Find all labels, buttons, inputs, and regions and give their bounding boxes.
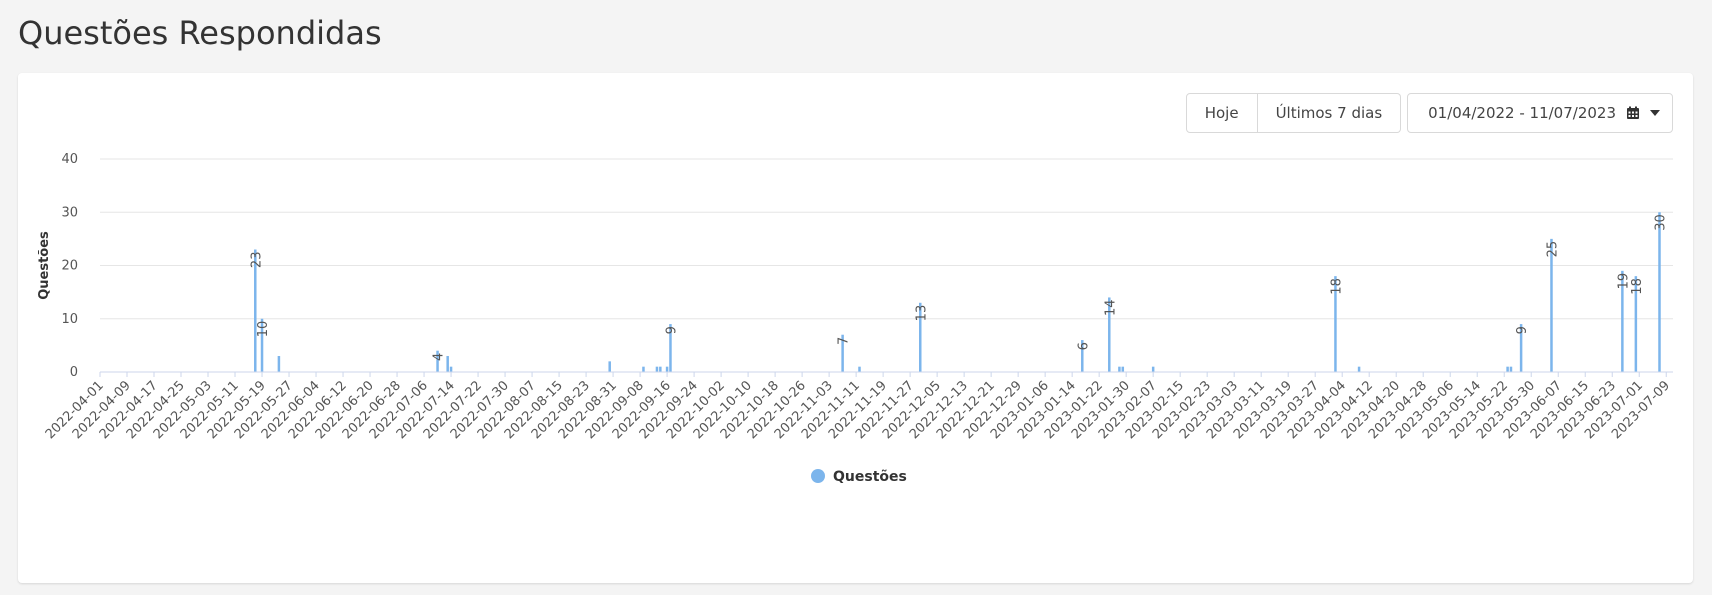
data-label: 6 bbox=[1076, 342, 1091, 350]
bar bbox=[655, 366, 659, 372]
data-label: 25 bbox=[1545, 241, 1560, 258]
bar bbox=[1357, 366, 1361, 372]
bar bbox=[277, 356, 281, 372]
data-label: 18 bbox=[1630, 278, 1645, 295]
y-tick-label: 10 bbox=[61, 312, 78, 327]
bar bbox=[1550, 238, 1553, 372]
y-tick-label: 0 bbox=[70, 365, 78, 380]
y-tick-label: 20 bbox=[61, 259, 78, 274]
bar bbox=[1658, 212, 1661, 372]
legend-marker bbox=[811, 469, 825, 483]
data-label: 23 bbox=[249, 252, 264, 269]
bar bbox=[1121, 366, 1125, 372]
data-label: 18 bbox=[1329, 278, 1344, 295]
data-label: 7 bbox=[837, 337, 852, 345]
data-label: 9 bbox=[664, 326, 679, 334]
bar bbox=[1151, 366, 1155, 372]
page-title: Questões Respondidas bbox=[18, 14, 382, 52]
bar bbox=[1506, 366, 1509, 372]
bar bbox=[608, 361, 611, 372]
data-label: 13 bbox=[914, 305, 929, 322]
chart: 010203040Questões2022-04-012022-04-09202… bbox=[37, 152, 1673, 485]
y-tick-label: 30 bbox=[61, 205, 78, 220]
data-label: 10 bbox=[256, 321, 271, 338]
bar bbox=[446, 356, 449, 372]
bar bbox=[449, 366, 453, 372]
bar bbox=[642, 366, 645, 372]
bar bbox=[1509, 366, 1513, 372]
chart-card: Hoje Últimos 7 dias 01/04/2022 - 11/07/2… bbox=[18, 73, 1693, 583]
data-label: 4 bbox=[432, 353, 447, 361]
data-label: 14 bbox=[1103, 299, 1118, 316]
y-tick-label: 40 bbox=[61, 152, 78, 167]
data-label: 9 bbox=[1515, 326, 1530, 334]
bar bbox=[858, 366, 861, 372]
legend-label: Questões bbox=[833, 469, 907, 485]
y-axis-title: Questões bbox=[37, 231, 52, 300]
bar bbox=[659, 366, 662, 372]
bar bbox=[1118, 366, 1121, 372]
data-label: 30 bbox=[1653, 214, 1668, 231]
bar bbox=[665, 366, 669, 372]
